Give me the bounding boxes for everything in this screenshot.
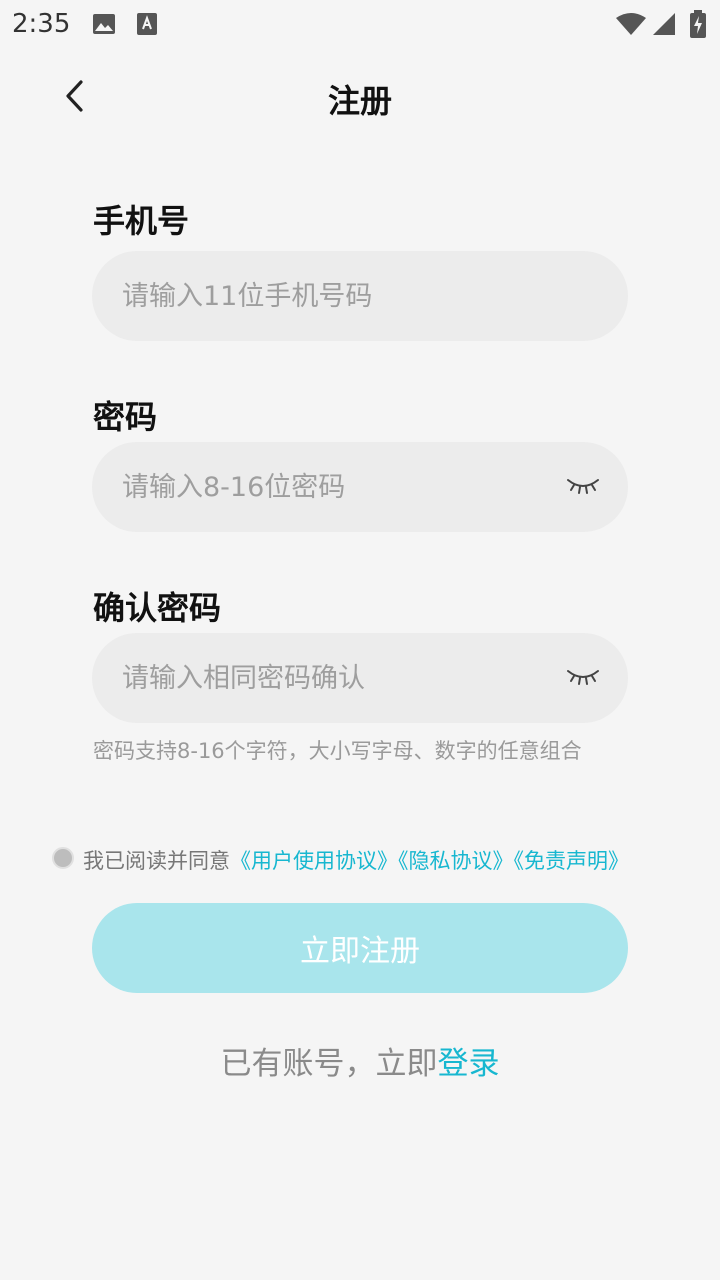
password-input[interactable] [122,442,542,532]
password-field[interactable] [92,442,628,532]
phone-input[interactable] [122,251,542,341]
login-link[interactable]: 登录 [438,1046,500,1082]
status-time: 2:35 [12,9,71,39]
image-notification-icon [92,13,116,39]
user-agreement-link[interactable]: 《用户使用协议》 [230,849,398,873]
signal-icon [652,12,676,40]
battery-charging-icon [690,10,706,42]
password-label: 密码 [93,398,158,436]
login-prompt: 已有账号，立即登录 [0,1038,720,1083]
login-prefix: 已有账号，立即 [220,1046,438,1082]
eye-closed-icon[interactable] [566,664,600,688]
register-button[interactable]: 立即注册 [92,903,628,993]
disclaimer-link[interactable]: 《免责声明》 [514,849,630,873]
wifi-icon [615,12,647,40]
agreement-radio[interactable] [52,847,74,869]
confirm-password-field[interactable] [92,633,628,723]
phone-label: 手机号 [93,202,190,240]
confirm-password-input[interactable] [122,633,542,723]
eye-closed-icon[interactable] [566,473,600,497]
privacy-link[interactable]: 《隐私协议》 [398,849,514,873]
agreement-prefix: 我已阅读并同意 [83,849,230,873]
password-hint: 密码支持8-16个字符，大小写字母、数字的任意组合 [93,739,582,763]
page-title: 注册 [327,82,392,120]
nav-bar: 注册 [0,60,720,132]
text-notification-icon [136,12,158,40]
status-bar: 2:35 [0,0,720,50]
phone-field[interactable] [92,251,628,341]
confirm-password-label: 确认密码 [93,589,222,627]
